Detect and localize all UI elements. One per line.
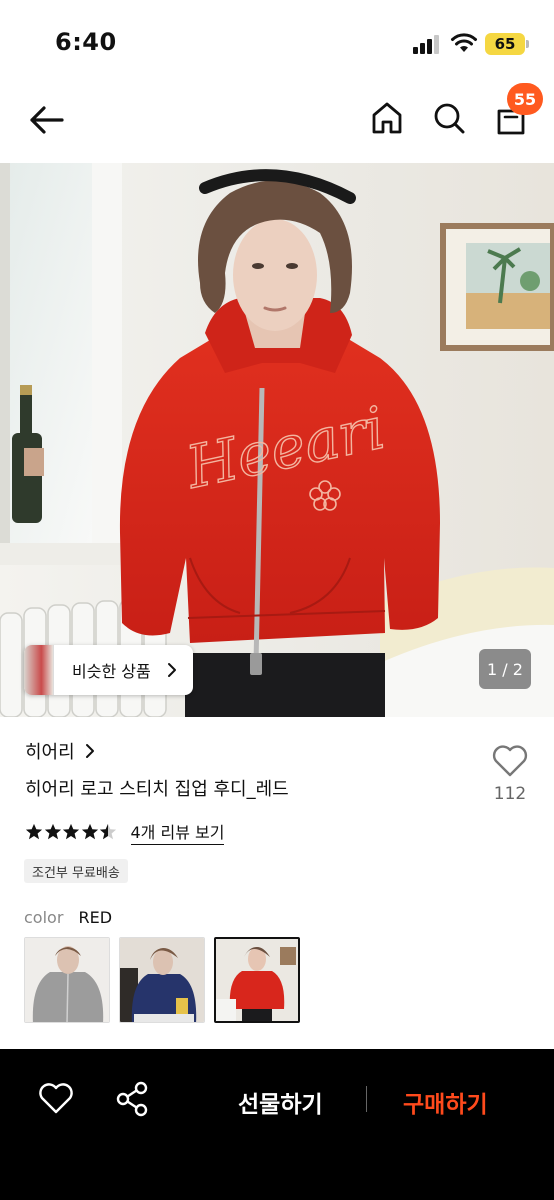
color-swatch-navy[interactable]: [119, 937, 205, 1023]
star-full-icon: [81, 823, 98, 840]
star-full-icon: [44, 823, 61, 840]
battery-level: 65: [494, 35, 516, 53]
chevron-right-icon: [167, 663, 176, 677]
buy-button[interactable]: 구매하기: [403, 1085, 488, 1119]
heart-icon[interactable]: [491, 742, 529, 778]
cellular-signal-icon: [413, 35, 439, 54]
chevron-right-icon: [85, 744, 94, 758]
heart-icon[interactable]: [38, 1081, 74, 1115]
product-title: 히어리 로고 스티치 집업 후디_레드: [25, 779, 289, 800]
star-half-icon: [99, 823, 117, 840]
cart-count: 55: [513, 89, 537, 109]
color-swatches: [24, 937, 309, 1023]
image-page-counter: 1 / 2: [479, 649, 531, 689]
cart-count-badge: 55: [507, 83, 543, 115]
home-icon[interactable]: [368, 98, 406, 138]
wifi-icon: [451, 33, 477, 52]
option-label: color: [24, 908, 64, 927]
status-bar: 6:40 65: [0, 0, 554, 80]
like-count: 112: [493, 784, 527, 804]
top-nav-bar: [0, 80, 554, 160]
view-reviews-link[interactable]: 4개 리뷰 보기: [130, 819, 225, 845]
similar-products-thumbnail: [24, 645, 54, 695]
gray-hoodie-thumbnail: [25, 938, 109, 1022]
status-time: 6:40: [55, 28, 117, 56]
navy-hoodie-thumbnail: [120, 938, 204, 1022]
star-full-icon: [25, 823, 43, 840]
bottom-action-bar: 선물하기 구매하기: [0, 1049, 554, 1200]
rating-row: 4개 리뷰 보기: [25, 819, 225, 845]
red-hoodie-thumbnail: [216, 939, 298, 1021]
brand-link[interactable]: 히어리: [25, 738, 97, 764]
color-swatch-gray[interactable]: [24, 937, 110, 1023]
star-full-icon: [62, 823, 80, 840]
color-option-row: color RED: [24, 908, 112, 927]
like-section: 112: [486, 742, 534, 804]
similar-products-button[interactable]: 비슷한 상품: [24, 645, 193, 695]
product-image-carousel[interactable]: Heeari 비슷한 상품 1 / 2: [0, 163, 554, 717]
option-value: RED: [78, 908, 113, 927]
rating-stars: [25, 823, 118, 841]
product-photo: Heeari: [0, 163, 554, 717]
gift-button[interactable]: 선물하기: [238, 1085, 323, 1119]
similar-products-label: 비슷한 상품: [72, 662, 151, 681]
battery-tip: [526, 40, 529, 48]
brand-name: 히어리: [25, 742, 75, 763]
share-icon[interactable]: [115, 1081, 149, 1117]
shipping-badge: 조건부 무료배송: [24, 859, 128, 883]
color-swatch-red[interactable]: [214, 937, 300, 1023]
bottom-divider: [366, 1086, 367, 1112]
back-arrow-icon[interactable]: [26, 100, 68, 140]
search-icon[interactable]: [430, 98, 468, 138]
battery-indicator: 65: [485, 33, 525, 55]
